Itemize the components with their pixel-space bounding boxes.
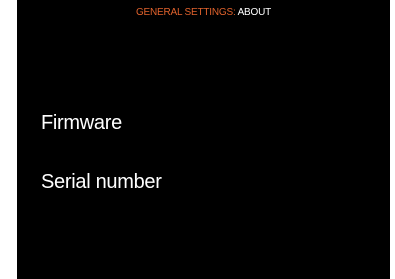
menu-item-firmware[interactable]: Firmware bbox=[41, 112, 122, 135]
breadcrumb-current: ABOUT bbox=[237, 7, 272, 18]
menu-item-serial-number[interactable]: Serial number bbox=[41, 171, 162, 194]
breadcrumb-parent: GENERAL SETTINGS: bbox=[135, 7, 236, 18]
device-screen: GENERAL SETTINGS: ABOUT Firmware Serial … bbox=[17, 0, 390, 279]
breadcrumb: GENERAL SETTINGS: ABOUT bbox=[17, 7, 390, 18]
